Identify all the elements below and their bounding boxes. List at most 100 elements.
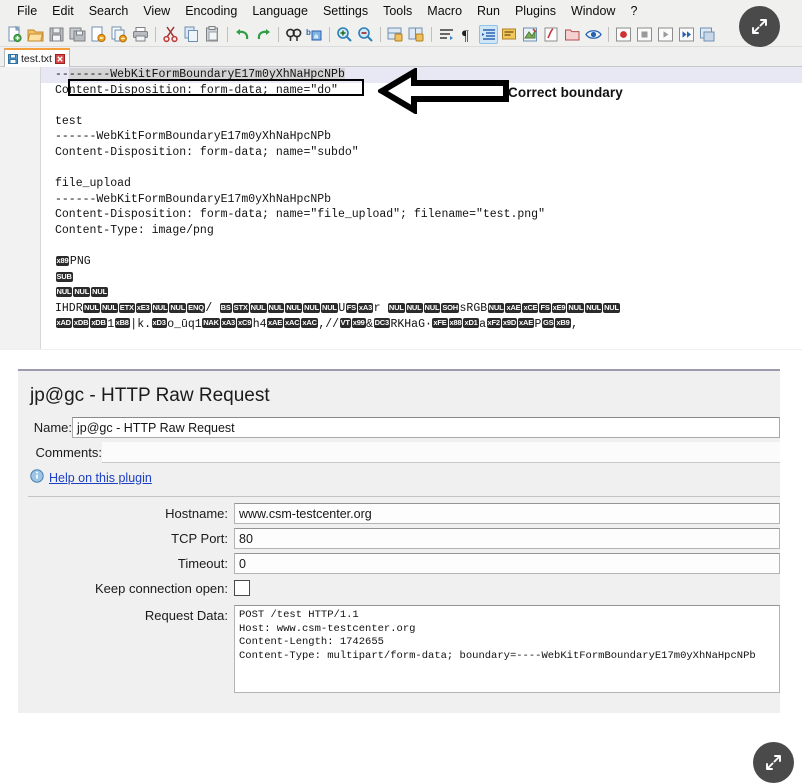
request-data-line: Content-Type: multipart/form-data; bound… [239,649,756,662]
control-char-glyph: x9D [501,318,518,329]
record-macro-icon[interactable] [614,25,633,44]
text-run: o_ūq1 [167,317,202,331]
code-line[interactable]: 12 [0,239,802,255]
close-file-icon[interactable] [89,25,108,44]
menu-item-[interactable]: ? [623,2,644,20]
cut-icon[interactable] [161,25,180,44]
indent-guide-icon[interactable] [479,24,498,44]
menu-item-file[interactable]: File [10,2,44,20]
help-on-this-plugin-link[interactable]: Help on this plugin [49,471,152,485]
redo-icon[interactable] [254,25,273,44]
tcp-port-input[interactable]: 80 [234,528,780,549]
zoom-in-icon[interactable] [335,25,354,44]
menu-item-tools[interactable]: Tools [376,2,419,20]
line-content: Content-Disposition: form-data; name="su… [40,145,802,161]
keep-connection-open-checkbox[interactable] [234,580,250,596]
run-macro-multiple-icon[interactable] [677,25,696,44]
text-run: P [534,317,542,331]
copy-icon[interactable] [182,25,201,44]
play-macro-icon[interactable] [656,25,675,44]
close-all-icon[interactable] [110,25,129,44]
code-line[interactable]: 11Content-Type: image/png [0,223,802,239]
code-line[interactable]: 6Content-Disposition: form-data; name="s… [0,145,802,161]
control-char-glyph: xB9 [555,318,571,329]
timeout-label: Timeout: [177,556,228,571]
function-list-icon[interactable] [542,25,561,44]
control-char-glyph: x89 [55,256,70,267]
code-line[interactable]: 7 [0,161,802,177]
menu-item-window[interactable]: Window [564,2,622,20]
text-run: PNG [69,255,91,269]
find-icon[interactable] [284,25,303,44]
menu-item-settings[interactable]: Settings [316,2,375,20]
menu-item-encoding[interactable]: Encoding [178,2,244,20]
menu-item-view[interactable]: View [136,2,177,20]
replace-icon[interactable]: ba [305,25,324,44]
line-content: NUL NUL NUL [40,285,802,301]
left-block-arrow-icon [378,68,509,114]
menu-item-search[interactable]: Search [82,2,136,20]
open-file-icon[interactable] [26,25,45,44]
menu-item-language[interactable]: Language [245,2,315,20]
text-run: test [55,114,83,128]
tab-test-txt[interactable]: test.txt [4,48,70,67]
word-wrap-icon[interactable] [437,25,456,44]
line-content: x89 PNG [40,254,802,270]
expand-screenshot-button[interactable] [753,742,794,783]
comments-input[interactable] [102,442,780,463]
print-icon[interactable] [131,25,150,44]
menu-item-edit[interactable]: Edit [45,2,81,20]
code-line[interactable]: 5------WebKitFormBoundaryE17m0yXhNaHpcNP… [0,129,802,145]
save-all-icon[interactable] [68,25,87,44]
comments-row: Comments: [18,441,780,464]
request-data-textarea[interactable]: POST /test HTTP/1.1 Host: www.csm-testcen… [234,605,780,693]
control-char-glyph: NUL [55,287,73,298]
code-line[interactable]: 15NULNULNUL [0,285,802,301]
save-file-icon [8,53,18,64]
control-char-glyph: FS [345,302,357,313]
control-char-glyph: xF2 [486,318,501,329]
code-line[interactable]: 4test [0,114,802,130]
user-language-icon[interactable] [500,25,519,44]
text-run: ------WebKitFormBoundaryE17m0yXhNaHpcNPb [55,130,332,144]
hostname-input[interactable]: www.csm-testcenter.org [234,503,780,524]
close-icon[interactable] [54,53,65,64]
save-macro-icon[interactable] [698,25,717,44]
tab-label: test.txt [21,52,52,65]
monitoring-icon[interactable] [584,25,603,44]
sync-vertical-icon[interactable] [386,25,405,44]
control-char-glyph: xCE [522,302,539,313]
code-line[interactable]: 17xADxDBxDB1xB8|k.xD3o_ūq1NAKxA3xC9h4xAE… [0,317,802,333]
zoom-out-icon[interactable] [356,25,375,44]
control-char-glyph: GS [541,318,555,329]
code-line[interactable]: 9------WebKitFormBoundaryE17m0yXhNaHpcNP… [0,192,802,208]
code-line[interactable]: 13x89PNG [0,254,802,270]
doc-map-icon[interactable] [521,25,540,44]
sync-horizontal-icon[interactable] [407,25,426,44]
code-line[interactable]: 14SUB [0,270,802,286]
control-char-glyph: DC3 [373,318,390,329]
paste-icon[interactable] [203,25,222,44]
new-file-icon[interactable] [5,25,24,44]
folder-workspace-icon[interactable] [563,25,582,44]
expand-screenshot-button[interactable] [739,6,780,47]
undo-icon[interactable] [233,25,252,44]
tcp-port-row: TCP Port: 80 [18,528,780,549]
text-run: , [571,317,578,331]
menu-item-macro[interactable]: Macro [420,2,469,20]
stop-macro-icon[interactable] [635,25,654,44]
request-data-label: Request Data: [144,608,228,623]
selected-text: ------WebKitFormBoundaryE17m0yXhNaHpcNPb [68,68,345,81]
timeout-input[interactable]: 0 [234,553,780,574]
text-run: / [205,301,220,315]
code-line[interactable]: 16IHDRNULNULETXxE3NULNULENQ/ BSSTXNULNUL… [0,301,802,317]
code-line[interactable]: 8file_upload [0,176,802,192]
menu-item-run[interactable]: Run [470,2,507,20]
name-input[interactable]: jp@gc - HTTP Raw Request [72,417,780,438]
toolbar-separator [431,26,432,42]
keep-connection-open-row: Keep connection open: [18,578,780,599]
save-icon[interactable] [47,25,66,44]
pilcrow-icon[interactable]: ¶ [458,25,477,44]
menu-item-plugins[interactable]: Plugins [508,2,563,20]
code-line[interactable]: 10Content-Disposition: form-data; name="… [0,207,802,223]
